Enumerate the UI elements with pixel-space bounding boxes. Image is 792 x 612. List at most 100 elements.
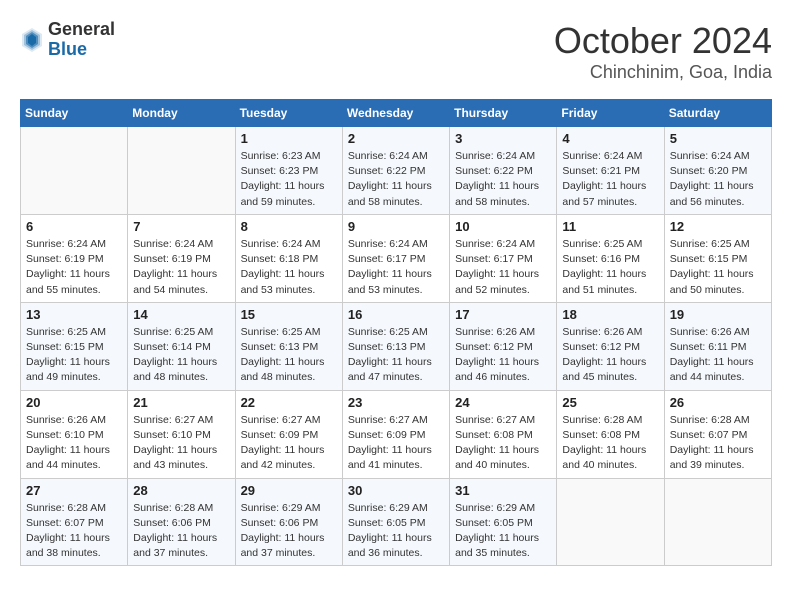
- day-info: Sunrise: 6:28 AMSunset: 6:07 PMDaylight:…: [670, 413, 766, 474]
- day-number: 25: [562, 395, 658, 410]
- day-cell: 7 Sunrise: 6:24 AMSunset: 6:19 PMDaylight…: [128, 214, 235, 302]
- header-cell-friday: Friday: [557, 100, 664, 127]
- day-number: 11: [562, 219, 658, 234]
- day-number: 20: [26, 395, 122, 410]
- header-cell-saturday: Saturday: [664, 100, 771, 127]
- day-cell: 11 Sunrise: 6:25 AMSunset: 6:16 PMDayligh…: [557, 214, 664, 302]
- day-number: 17: [455, 307, 551, 322]
- header-cell-thursday: Thursday: [450, 100, 557, 127]
- day-number: 5: [670, 131, 766, 146]
- day-cell: 15Sunrise: 6:25 AMSunset: 6:13 PMDayligh…: [235, 302, 342, 390]
- day-info: Sunrise: 6:27 AMSunset: 6:09 PMDaylight:…: [348, 413, 444, 474]
- day-number: 6: [26, 219, 122, 234]
- month-title: October 2024: [554, 20, 772, 62]
- day-number: 24: [455, 395, 551, 410]
- day-info: Sunrise: 6:27 AMSunset: 6:10 PMDaylight:…: [133, 413, 229, 474]
- day-cell: 16Sunrise: 6:25 AMSunset: 6:13 PMDayligh…: [342, 302, 449, 390]
- day-number: 29: [241, 483, 337, 498]
- day-number: 14: [133, 307, 229, 322]
- day-info: Sunrise: 6:25 AMSunset: 6:15 PMDaylight:…: [26, 325, 122, 386]
- day-info: Sunrise: 6:24 AMSunset: 6:19 PMDaylight:…: [133, 237, 229, 298]
- day-cell: 8Sunrise: 6:24 AMSunset: 6:18 PMDaylight…: [235, 214, 342, 302]
- day-info: Sunrise: 6:29 AMSunset: 6:06 PMDaylight:…: [241, 501, 337, 562]
- day-number: 4: [562, 131, 658, 146]
- day-number: 19: [670, 307, 766, 322]
- day-cell: 12 Sunrise: 6:25 AMSunset: 6:15 PMDayligh…: [664, 214, 771, 302]
- day-cell: 29 Sunrise: 6:29 AMSunset: 6:06 PMDayligh…: [235, 478, 342, 566]
- calendar-body: 1Sunrise: 6:23 AMSunset: 6:23 PMDaylight…: [21, 127, 772, 566]
- day-cell: [664, 478, 771, 566]
- logo-icon: [20, 26, 44, 54]
- day-number: 22: [241, 395, 337, 410]
- day-number: 28: [133, 483, 229, 498]
- week-row-3: 13 Sunrise: 6:25 AMSunset: 6:15 PMDayligh…: [21, 302, 772, 390]
- day-cell: 24 Sunrise: 6:27 AMSunset: 6:08 PMDayligh…: [450, 390, 557, 478]
- day-info: Sunrise: 6:25 AMSunset: 6:15 PMDaylight:…: [670, 237, 766, 298]
- day-info: Sunrise: 6:26 AMSunset: 6:12 PMDaylight:…: [455, 325, 551, 386]
- day-info: Sunrise: 6:26 AMSunset: 6:11 PMDaylight:…: [670, 325, 766, 386]
- day-info: Sunrise: 6:25 AMSunset: 6:14 PMDaylight:…: [133, 325, 229, 386]
- week-row-1: 1Sunrise: 6:23 AMSunset: 6:23 PMDaylight…: [21, 127, 772, 215]
- day-info: Sunrise: 6:28 AMSunset: 6:07 PMDaylight:…: [26, 501, 122, 562]
- calendar-table: SundayMondayTuesdayWednesdayThursdayFrid…: [20, 99, 772, 566]
- day-info: Sunrise: 6:29 AMSunset: 6:05 PMDaylight:…: [348, 501, 444, 562]
- day-cell: 2 Sunrise: 6:24 AMSunset: 6:22 PMDaylight…: [342, 127, 449, 215]
- week-row-4: 20 Sunrise: 6:26 AMSunset: 6:10 PMDayligh…: [21, 390, 772, 478]
- day-number: 3: [455, 131, 551, 146]
- location-title: Chinchinim, Goa, India: [554, 62, 772, 83]
- day-cell: [557, 478, 664, 566]
- logo: General Blue: [20, 20, 115, 60]
- day-info: Sunrise: 6:27 AMSunset: 6:08 PMDaylight:…: [455, 413, 551, 474]
- day-cell: 6 Sunrise: 6:24 AMSunset: 6:19 PMDaylight…: [21, 214, 128, 302]
- day-cell: 27 Sunrise: 6:28 AMSunset: 6:07 PMDayligh…: [21, 478, 128, 566]
- day-cell: 10Sunrise: 6:24 AMSunset: 6:17 PMDayligh…: [450, 214, 557, 302]
- day-cell: [21, 127, 128, 215]
- day-number: 30: [348, 483, 444, 498]
- day-number: 12: [670, 219, 766, 234]
- day-info: Sunrise: 6:24 AMSunset: 6:22 PMDaylight:…: [348, 149, 444, 210]
- day-info: Sunrise: 6:24 AMSunset: 6:17 PMDaylight:…: [348, 237, 444, 298]
- day-info: Sunrise: 6:25 AMSunset: 6:16 PMDaylight:…: [562, 237, 658, 298]
- day-info: Sunrise: 6:28 AMSunset: 6:08 PMDaylight:…: [562, 413, 658, 474]
- day-cell: 23Sunrise: 6:27 AMSunset: 6:09 PMDayligh…: [342, 390, 449, 478]
- day-cell: 5 Sunrise: 6:24 AMSunset: 6:20 PMDaylight…: [664, 127, 771, 215]
- day-cell: 28 Sunrise: 6:28 AMSunset: 6:06 PMDayligh…: [128, 478, 235, 566]
- header-cell-wednesday: Wednesday: [342, 100, 449, 127]
- day-info: Sunrise: 6:26 AMSunset: 6:10 PMDaylight:…: [26, 413, 122, 474]
- day-info: Sunrise: 6:24 AMSunset: 6:17 PMDaylight:…: [455, 237, 551, 298]
- day-cell: 1Sunrise: 6:23 AMSunset: 6:23 PMDaylight…: [235, 127, 342, 215]
- header-row: SundayMondayTuesdayWednesdayThursdayFrid…: [21, 100, 772, 127]
- day-info: Sunrise: 6:25 AMSunset: 6:13 PMDaylight:…: [348, 325, 444, 386]
- day-cell: 3 Sunrise: 6:24 AMSunset: 6:22 PMDaylight…: [450, 127, 557, 215]
- day-info: Sunrise: 6:24 AMSunset: 6:18 PMDaylight:…: [241, 237, 337, 298]
- title-block: October 2024 Chinchinim, Goa, India: [554, 20, 772, 83]
- day-number: 2: [348, 131, 444, 146]
- day-cell: 17 Sunrise: 6:26 AMSunset: 6:12 PMDayligh…: [450, 302, 557, 390]
- day-info: Sunrise: 6:24 AMSunset: 6:20 PMDaylight:…: [670, 149, 766, 210]
- day-cell: 30 Sunrise: 6:29 AMSunset: 6:05 PMDayligh…: [342, 478, 449, 566]
- header-cell-tuesday: Tuesday: [235, 100, 342, 127]
- day-info: Sunrise: 6:24 AMSunset: 6:19 PMDaylight:…: [26, 237, 122, 298]
- calendar-header: SundayMondayTuesdayWednesdayThursdayFrid…: [21, 100, 772, 127]
- day-number: 13: [26, 307, 122, 322]
- week-row-2: 6 Sunrise: 6:24 AMSunset: 6:19 PMDaylight…: [21, 214, 772, 302]
- day-number: 9: [348, 219, 444, 234]
- day-cell: 22Sunrise: 6:27 AMSunset: 6:09 PMDayligh…: [235, 390, 342, 478]
- day-info: Sunrise: 6:28 AMSunset: 6:06 PMDaylight:…: [133, 501, 229, 562]
- week-row-5: 27 Sunrise: 6:28 AMSunset: 6:07 PMDayligh…: [21, 478, 772, 566]
- day-cell: 19 Sunrise: 6:26 AMSunset: 6:11 PMDayligh…: [664, 302, 771, 390]
- day-info: Sunrise: 6:24 AMSunset: 6:22 PMDaylight:…: [455, 149, 551, 210]
- day-cell: 26Sunrise: 6:28 AMSunset: 6:07 PMDayligh…: [664, 390, 771, 478]
- day-number: 1: [241, 131, 337, 146]
- day-cell: 4 Sunrise: 6:24 AMSunset: 6:21 PMDaylight…: [557, 127, 664, 215]
- day-number: 7: [133, 219, 229, 234]
- day-cell: 14 Sunrise: 6:25 AMSunset: 6:14 PMDayligh…: [128, 302, 235, 390]
- logo-blue: Blue: [48, 40, 115, 60]
- header-cell-monday: Monday: [128, 100, 235, 127]
- day-cell: 20 Sunrise: 6:26 AMSunset: 6:10 PMDayligh…: [21, 390, 128, 478]
- day-number: 27: [26, 483, 122, 498]
- day-cell: 18Sunrise: 6:26 AMSunset: 6:12 PMDayligh…: [557, 302, 664, 390]
- day-number: 21: [133, 395, 229, 410]
- logo-general: General: [48, 20, 115, 40]
- day-info: Sunrise: 6:24 AMSunset: 6:21 PMDaylight:…: [562, 149, 658, 210]
